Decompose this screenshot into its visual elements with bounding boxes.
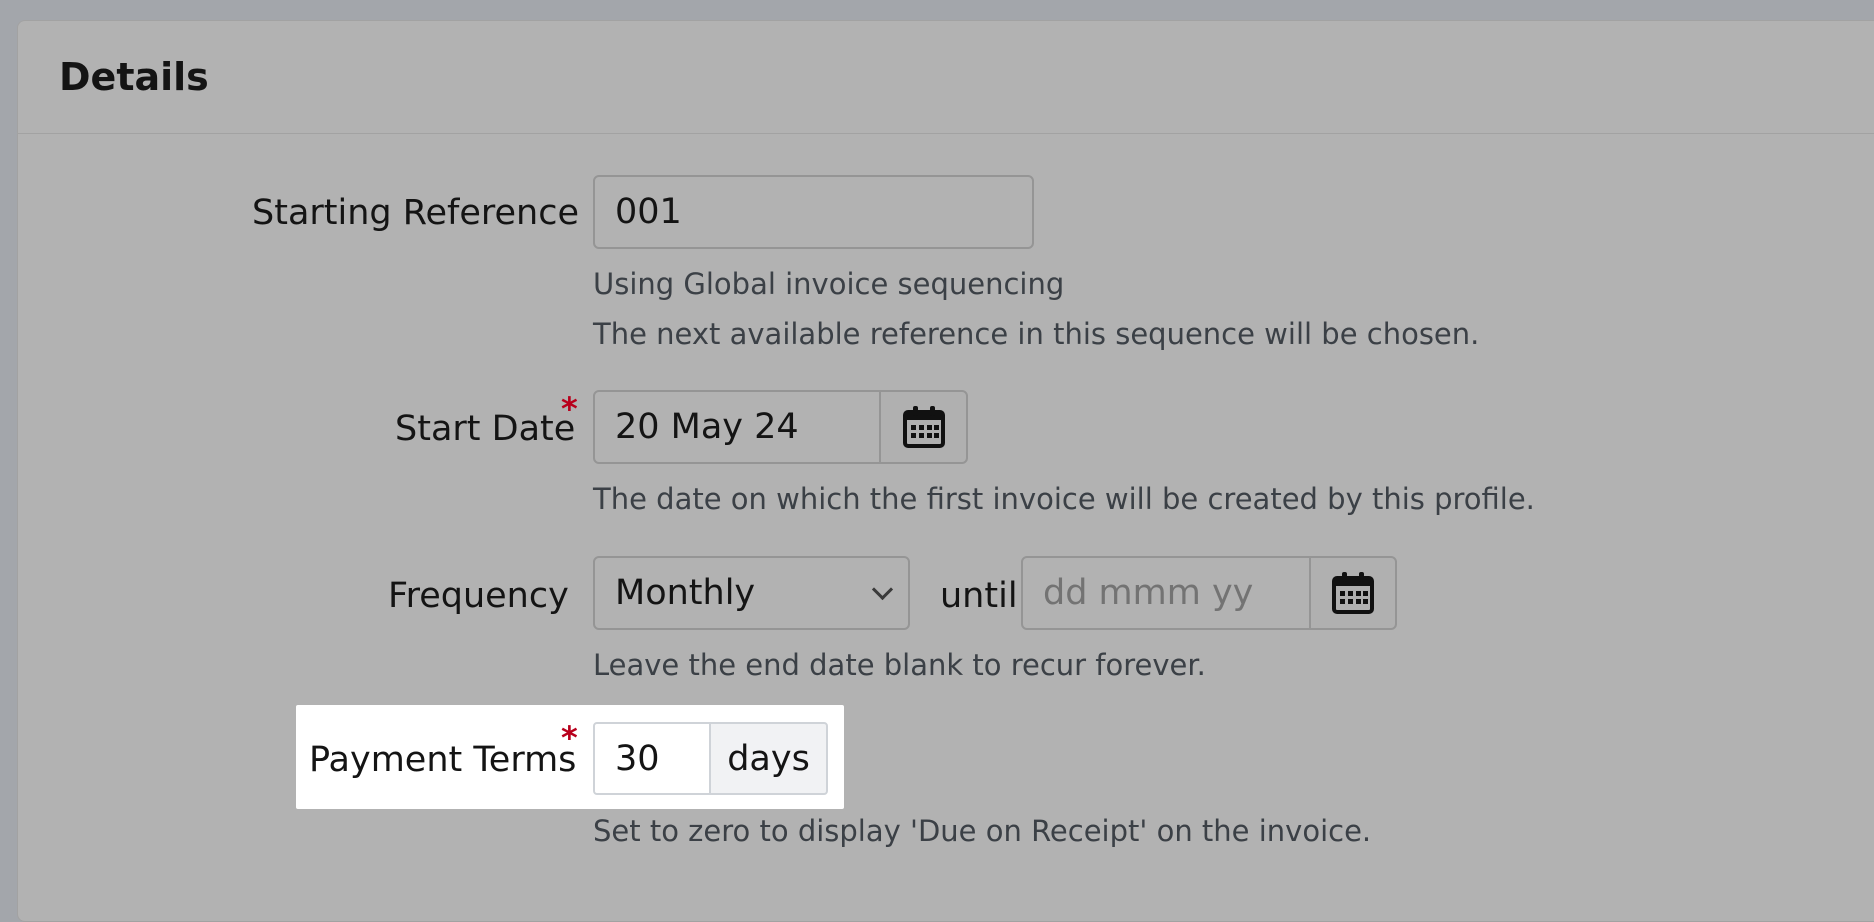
start-date-help: The date on which the first invoice will… (593, 482, 1535, 516)
calendar-icon (1332, 572, 1374, 614)
payment-terms-unit-addon: days (709, 722, 828, 795)
starting-reference-label: Starting Reference (252, 193, 579, 233)
start-date-input[interactable]: 20 May 24 (593, 390, 881, 464)
start-date-label: Start Date (395, 409, 576, 449)
payment-terms-label: Payment Terms (309, 740, 577, 780)
starting-reference-help-1: Using Global invoice sequencing (593, 267, 1065, 301)
payment-terms-input[interactable]: 30 (593, 722, 711, 795)
calendar-icon (902, 406, 945, 448)
end-date-input[interactable]: dd mmm yy (1021, 556, 1311, 630)
start-date-calendar-button[interactable] (879, 390, 968, 464)
end-date-calendar-button[interactable] (1309, 556, 1397, 630)
frequency-selected-value: Monthly (615, 573, 756, 613)
starting-reference-input[interactable]: 001 (593, 175, 1034, 249)
card-header: Details (18, 21, 1874, 134)
until-label: until (940, 576, 1018, 616)
chevron-down-icon (871, 578, 894, 601)
payment-terms-required-mark: * (561, 719, 578, 757)
frequency-label: Frequency (388, 576, 569, 616)
section-title: Details (59, 55, 209, 99)
starting-reference-help-2: The next available reference in this seq… (593, 317, 1480, 351)
frequency-help: Leave the end date blank to recur foreve… (593, 648, 1206, 682)
frequency-select[interactable]: Monthly (593, 556, 910, 630)
payment-terms-help: Set to zero to display 'Due on Receipt' … (593, 814, 1372, 848)
end-date-placeholder: dd mmm yy (1043, 573, 1254, 613)
start-date-required-mark: * (561, 390, 578, 428)
